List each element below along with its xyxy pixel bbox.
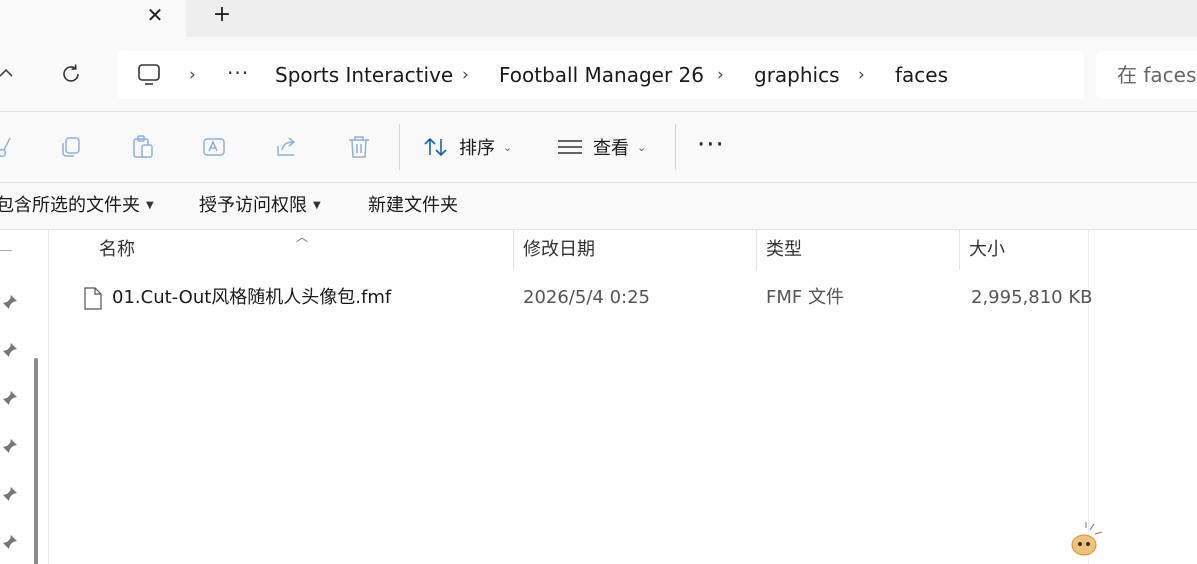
breadcrumb-chevron-icon[interactable]: › [858,51,865,99]
include-folder-label: 包含所选的文件夹 [0,195,140,216]
column-header-name[interactable]: 名称 [99,230,135,270]
column-divider[interactable] [959,230,960,270]
pin-icon[interactable] [2,390,18,406]
search-input[interactable]: 在 faces 中搜索 [1096,51,1197,99]
caret-down-icon: ▼ [146,200,154,211]
grant-access-label: 授予访问权限 [199,195,307,216]
view-list-icon [558,140,582,154]
breadcrumb-faces[interactable]: faces [895,51,948,99]
delete-icon[interactable] [346,134,372,160]
command-row: 包含所选的文件夹 ▼ 授予访问权限 ▼ 新建文件夹 [0,183,1197,230]
breadcrumb-overflow-button[interactable]: ··· [227,51,249,99]
view-button[interactable]: 查看 ⌄ [557,126,646,168]
tab-faces[interactable]: ✕ [0,0,186,37]
column-divider[interactable] [756,230,757,270]
toolbar-divider [675,124,676,170]
up-arrow-icon[interactable] [0,60,16,84]
tab-close-button[interactable]: ✕ [140,2,170,28]
share-icon[interactable] [274,134,300,160]
toolbar: 排序 ⌄ 查看 ⌄ ··· [0,112,1197,183]
file-size: 2,995,810 KB [971,287,1093,308]
grant-access-button[interactable]: 授予访问权限 ▼ [199,183,321,229]
title-bar: ✕ + [0,0,1197,37]
breadcrumb-chevron-icon[interactable]: › [462,51,469,99]
file-explorer-window: ✕ + › ··· Sports Interactive › Football … [0,0,1197,564]
sort-ascending-icon: ︿ [296,230,309,244]
navigation-pane [0,230,49,564]
cut-icon[interactable] [0,134,16,160]
breadcrumb-football-manager-26[interactable]: Football Manager 26 [499,51,704,99]
file-row[interactable]: 01.Cut-Out风格随机人头像包.fmf 2026/5/4 0:25 FMF… [52,278,1092,318]
file-name[interactable]: 01.Cut-Out风格随机人头像包.fmf [112,278,391,318]
chevron-down-icon: ⌄ [637,140,647,154]
breadcrumb-graphics[interactable]: graphics [754,51,840,99]
column-header-type[interactable]: 类型 [766,230,802,270]
sort-icon [424,137,447,157]
pin-icon[interactable] [2,342,18,358]
this-pc-icon[interactable] [137,63,163,87]
new-tab-button[interactable]: + [206,2,238,28]
new-folder-button[interactable]: 新建文件夹 [368,183,458,229]
input-method-mascot-icon[interactable] [1064,522,1104,558]
copy-icon[interactable] [58,134,84,160]
column-header-size[interactable]: 大小 [969,230,1005,270]
address-row: › ··· Sports Interactive › Football Mana… [0,37,1197,112]
include-folder-button[interactable]: 包含所选的文件夹 ▼ [0,183,154,229]
refresh-icon[interactable] [56,59,86,89]
search-placeholder: 在 faces 中搜索 [1117,63,1197,87]
paste-icon[interactable] [130,134,156,160]
nav-scrollbar[interactable] [34,358,38,564]
file-modified: 2026/5/4 0:25 [523,287,650,308]
toolbar-divider [399,124,400,170]
view-label: 查看 [593,138,629,159]
address-bar[interactable]: › ··· Sports Interactive › Football Mana… [117,51,1084,99]
pin-icon[interactable] [2,294,18,310]
sort-label: 排序 [459,138,495,159]
pin-icon[interactable] [2,486,18,502]
pin-icon[interactable] [2,534,18,550]
file-type: FMF 文件 [766,287,844,308]
more-options-button[interactable]: ··· [697,132,727,162]
caret-down-icon: ▼ [313,200,321,211]
column-divider[interactable] [513,230,514,270]
rename-icon[interactable] [202,134,228,160]
chevron-down-icon: ⌄ [503,140,513,154]
breadcrumb-sports-interactive[interactable]: Sports Interactive [275,51,453,99]
breadcrumb-chevron-icon[interactable]: › [717,51,724,99]
sort-button[interactable]: 排序 ⌄ [423,126,512,168]
nav-divider [0,250,12,251]
new-folder-label: 新建文件夹 [368,195,458,216]
pin-icon[interactable] [2,438,18,454]
file-list: ︿ 名称 修改日期 类型 大小 01.Cut-Out风格随机人头像包.fmf 2… [52,230,1092,564]
file-icon [84,287,102,310]
column-header-modified[interactable]: 修改日期 [523,230,595,270]
breadcrumb-chevron-icon[interactable]: › [189,51,196,99]
